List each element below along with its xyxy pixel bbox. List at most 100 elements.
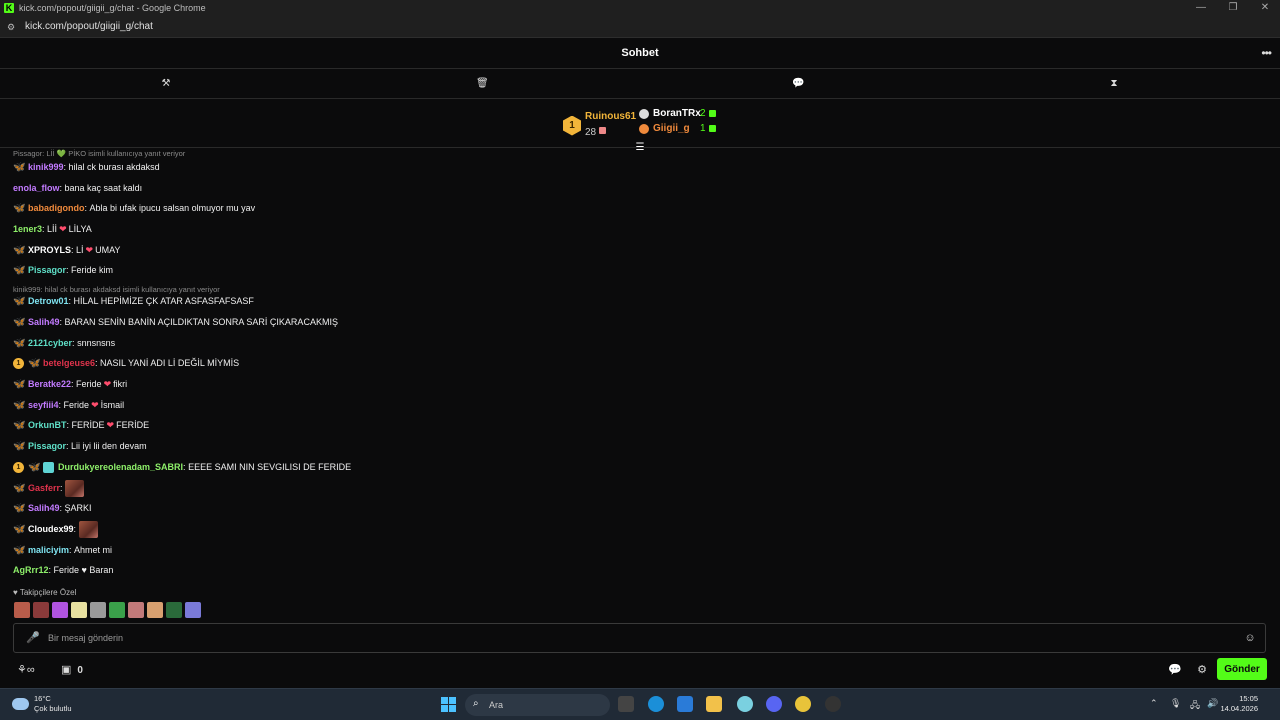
restore-button[interactable]: ❐ [1217, 0, 1249, 16]
message-text: Lii iyi lii den devam [71, 441, 147, 451]
message-username[interactable]: Pissagor [28, 265, 66, 275]
network-icon[interactable]: 🖧 [1190, 698, 1200, 714]
emote-8-icon[interactable] [147, 602, 163, 618]
file-explorer-icon[interactable] [706, 696, 722, 712]
butterfly-badge-icon: 🦋 [13, 482, 26, 494]
reply-context: kinik999: hilal ck burası akdaksd isimli… [13, 285, 220, 294]
more-options-icon[interactable]: ••• [1261, 46, 1272, 60]
weather-widget[interactable]: 16°C Çok bulutlu [12, 694, 72, 714]
emote-7-icon[interactable] [128, 602, 144, 618]
channel-points-icon[interactable]: ⚘∞ [17, 663, 35, 676]
edge-icon[interactable] [648, 696, 664, 712]
leaderboard-third[interactable]: Giigii_g 1 [639, 123, 716, 134]
emote-6-icon[interactable] [109, 602, 125, 618]
mic-tray-icon[interactable]: 🎙 [1170, 698, 1181, 709]
url-text[interactable]: kick.com/popout/giigii_g/chat [25, 21, 153, 32]
rank-2-badge-icon [639, 108, 649, 119]
message-text: FERİDE [116, 420, 150, 430]
chat-bubble-icon[interactable]: 💬 [792, 78, 804, 90]
butterfly-badge-icon: 🦋 [13, 440, 26, 452]
message-username[interactable]: enola_flow [13, 183, 60, 193]
gift-rank-badge-icon: 1 [13, 357, 24, 369]
emote-10-icon[interactable] [185, 602, 201, 618]
butterfly-badge-icon: 🦋 [13, 244, 26, 256]
trash-icon[interactable]: 🗑 [476, 78, 489, 90]
butterfly-badge-icon: 🦋 [13, 523, 26, 535]
message-text: Lİ [76, 245, 84, 255]
message-username[interactable]: Salih49 [28, 317, 60, 327]
emote-3-icon[interactable] [52, 602, 68, 618]
windows-start-icon[interactable] [441, 697, 456, 712]
message-username[interactable]: Detrow01 [28, 296, 69, 306]
message-username[interactable]: betelgeuse6 [43, 358, 95, 368]
app-icon[interactable] [825, 696, 841, 712]
chat-messages: Pissagor: Lİİ 💚 PİKO isimli kullanıcıya … [0, 149, 1270, 579]
message-text: BARAN SENİN BANİN AÇILDIKTAN SONRA SARİ … [64, 317, 338, 327]
close-window-button[interactable]: ✕ [1249, 0, 1280, 16]
taskbar-clock[interactable]: 15:05 14.04.2026 [1220, 694, 1258, 714]
minimize-button[interactable]: — [1185, 0, 1217, 16]
address-bar[interactable]: ⚙ kick.com/popout/giigii_g/chat [0, 16, 1280, 38]
message-input-placeholder[interactable]: Bir mesaj gönderin [48, 633, 123, 643]
message-text: snnsnsns [77, 338, 116, 348]
message-username[interactable]: maliciyim [28, 545, 69, 555]
leaderboard-second[interactable]: BoranTRx 2 [639, 108, 716, 119]
leaderboard-first-count: 28 [585, 127, 597, 138]
send-button[interactable]: Gönder [1217, 658, 1267, 680]
message-username[interactable]: Cloudex99 [28, 524, 74, 534]
butterfly-badge-icon: 🦋 [13, 502, 26, 514]
chat-menu-icon[interactable]: 💬 [1168, 663, 1182, 676]
rank-3-badge-icon [639, 123, 649, 134]
task-view-icon[interactable] [618, 696, 634, 712]
tray-chevron-icon[interactable]: ⌃ [1150, 698, 1158, 709]
butterfly-badge-icon: 🦋 [13, 378, 26, 390]
emote-1-icon[interactable] [14, 602, 30, 618]
message-username[interactable]: Pissagor [28, 441, 66, 451]
message-username[interactable]: Durdukyereolenadam_SABRI [58, 462, 183, 472]
message-username[interactable]: AgRrr12 [13, 565, 49, 575]
message-input[interactable]: 🎤 Bir mesaj gönderin ☺ [13, 623, 1266, 653]
emote-4-icon[interactable] [71, 602, 87, 618]
emote-5-icon[interactable] [90, 602, 106, 618]
site-info-icon[interactable]: ⚙ [7, 22, 17, 32]
leaderboard-count: 1 [700, 123, 706, 134]
message-username[interactable]: Gasferr [28, 483, 60, 493]
message-username[interactable]: 1ener3 [13, 224, 42, 234]
message-text: NASIL YANİ ADI Lİ DEĞİL MİYMİS [100, 358, 240, 368]
message-text: Feride [63, 400, 90, 410]
gift-icon [599, 127, 607, 135]
message-username[interactable]: XPROYLS [28, 245, 71, 255]
message-username[interactable]: babadigondo [28, 203, 85, 213]
emote-9-icon[interactable] [166, 602, 182, 618]
butterfly-badge-icon: 🦋 [13, 295, 26, 307]
hammer-icon[interactable]: ⚒ [160, 78, 172, 90]
chat-message: 🦋 Gasferr: [13, 478, 85, 498]
settings-app-icon[interactable] [737, 696, 753, 712]
store-icon[interactable] [677, 696, 693, 712]
chrome-icon[interactable] [795, 696, 811, 712]
message-text: Lİİ [47, 224, 58, 234]
points-count: 0 [77, 665, 83, 676]
message-username[interactable]: Salih49 [28, 503, 60, 513]
microphone-icon[interactable]: 🎤 [26, 632, 40, 644]
chat-message: 🦋 Pissagor: Feride kim [13, 264, 114, 276]
chat-message: 🦋 kinik999: hilal ck burası akdaksd [13, 161, 160, 173]
discord-icon[interactable] [766, 696, 782, 712]
message-username[interactable]: 2121cyber [28, 338, 72, 348]
chat-message: 🦋 2121cyber: snnsnsns [13, 337, 116, 349]
points-display[interactable]: ▣ 0 [61, 663, 83, 676]
message-username[interactable]: Beratke22 [28, 379, 71, 389]
message-text: hilal ck burası akdaksd [68, 162, 160, 172]
leaderboard-first-name: Ruinous61 [585, 111, 637, 122]
leaderboard-first[interactable]: 1 Ruinous61 28 [563, 111, 636, 140]
message-username[interactable]: seyfiii4 [28, 400, 59, 410]
emote-2-icon[interactable] [33, 602, 49, 618]
emoji-picker-icon[interactable]: ☺ [1244, 632, 1256, 644]
message-username[interactable]: kinik999 [28, 162, 64, 172]
hourglass-icon[interactable]: ⧗ [1108, 78, 1120, 90]
message-username[interactable]: OrkunBT [28, 420, 67, 430]
volume-icon[interactable]: 🔊 [1207, 698, 1218, 709]
taskbar-search[interactable]: ⌕ Ara [465, 694, 610, 716]
gift-icon [708, 125, 716, 132]
settings-gear-icon[interactable]: ⚙ [1195, 663, 1209, 676]
